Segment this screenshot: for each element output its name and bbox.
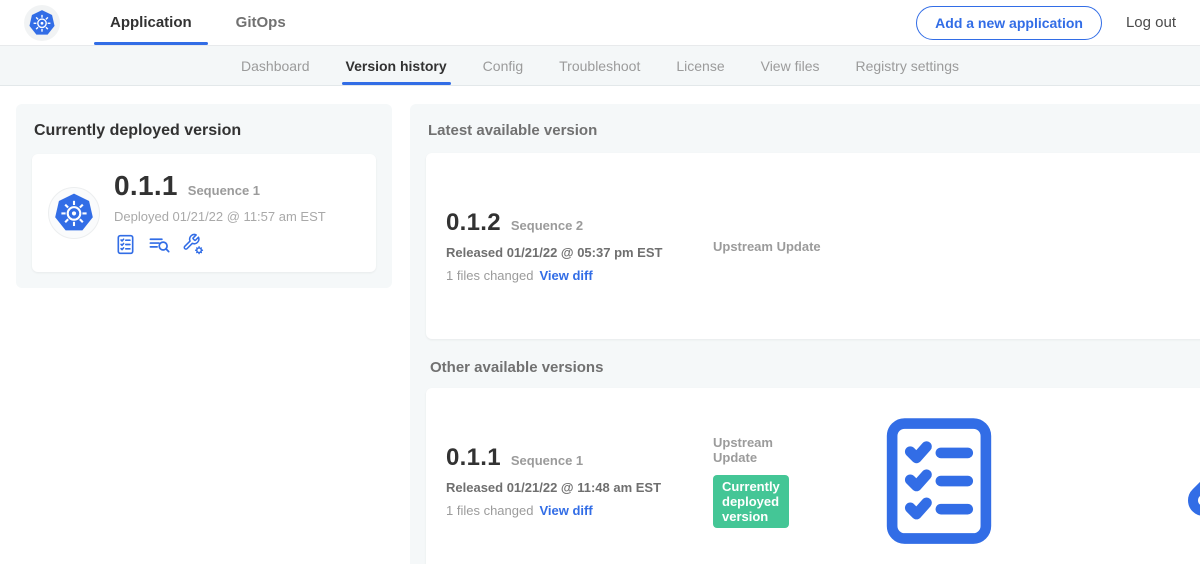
version-row-0-1-1: 0.1.1 Sequence 1 Released 01/21/22 @ 11:…	[426, 388, 1200, 564]
sequence-label: Sequence 1	[511, 453, 583, 468]
preflight-checks-icon[interactable]	[789, 406, 1089, 556]
deployed-version-card: 0.1.1 Sequence 1 Deployed 01/21/22 @ 11:…	[32, 154, 376, 272]
app-subnav: Dashboard Version history Config Trouble…	[0, 46, 1200, 86]
subnav-tab-view-files[interactable]: View files	[743, 46, 838, 85]
subnav-tab-config[interactable]: Config	[465, 46, 541, 85]
deployed-actions	[114, 233, 326, 256]
version-history-panel: Latest available version Check for updat…	[410, 104, 1200, 564]
version-row-actions: Deploy	[1117, 171, 1200, 321]
app-header: Application GitOps Add a new application…	[0, 0, 1200, 46]
version-info: 0.1.1 Sequence 1 Released 01/21/22 @ 11:…	[446, 444, 701, 518]
logout-link[interactable]: Log out	[1126, 14, 1176, 31]
version-source: Upstream Update	[701, 239, 1117, 254]
edit-config-icon[interactable]	[182, 233, 205, 256]
files-changed-count: 1 files changed	[446, 268, 533, 283]
source-label: Upstream Update	[713, 435, 789, 465]
preflight-checks-icon[interactable]	[114, 233, 137, 256]
deployed-sequence-label: Sequence 1	[188, 183, 260, 198]
source-label: Upstream Update	[713, 239, 1117, 254]
edit-config-icon[interactable]	[1103, 406, 1200, 556]
app-icon	[48, 187, 100, 239]
other-versions-title: Other available versions	[430, 359, 1200, 376]
subnav-tab-version-history[interactable]: Version history	[328, 46, 465, 85]
preflight-checks-icon[interactable]	[1117, 171, 1200, 321]
released-timestamp: Released 01/21/22 @ 11:48 am EST	[446, 480, 701, 495]
currently-deployed-panel: Currently deployed version 0.1.1 Sequenc…	[16, 104, 392, 288]
files-changed-count: 1 files changed	[446, 503, 533, 518]
kubernetes-helm-icon	[28, 9, 56, 37]
version-row-actions: Redeploy	[789, 406, 1200, 556]
header-right: Add a new application Log out	[916, 6, 1176, 40]
version-number: 0.1.2	[446, 209, 501, 237]
version-info: 0.1.2 Sequence 2 Released 01/21/22 @ 05:…	[446, 209, 701, 283]
version-source: Upstream Update Currently deployed versi…	[701, 435, 789, 528]
released-timestamp: Released 01/21/22 @ 05:37 pm EST	[446, 245, 701, 260]
files-changed: 1 files changed View diff	[446, 503, 701, 518]
currently-deployed-badge: Currently deployed version	[713, 475, 789, 528]
sequence-label: Sequence 2	[511, 218, 583, 233]
deployed-version-number: 0.1.1	[114, 170, 178, 202]
version-number: 0.1.1	[446, 444, 501, 472]
kubernetes-logo	[24, 5, 60, 41]
deployed-version-info: 0.1.1 Sequence 1 Deployed 01/21/22 @ 11:…	[114, 170, 326, 256]
subnav-tab-registry-settings[interactable]: Registry settings	[838, 46, 977, 85]
subnav-tab-dashboard[interactable]: Dashboard	[223, 46, 328, 85]
view-diff-link[interactable]: View diff	[539, 503, 592, 518]
deployed-timestamp: Deployed 01/21/22 @ 11:57 am EST	[114, 209, 326, 224]
deployed-panel-title: Currently deployed version	[34, 122, 374, 140]
kubernetes-helm-icon	[53, 192, 95, 234]
main-content: Currently deployed version 0.1.1 Sequenc…	[0, 86, 1200, 564]
subnav-tab-troubleshoot[interactable]: Troubleshoot	[541, 46, 658, 85]
add-application-button[interactable]: Add a new application	[916, 6, 1102, 40]
tab-gitops[interactable]: GitOps	[214, 0, 308, 45]
latest-version-header: Latest available version Check for updat…	[428, 122, 1200, 139]
deploy-logs-icon[interactable]	[148, 233, 171, 256]
view-diff-link[interactable]: View diff	[539, 268, 592, 283]
latest-version-title: Latest available version	[428, 122, 597, 139]
version-row-0-1-2: 0.1.2 Sequence 2 Released 01/21/22 @ 05:…	[426, 153, 1200, 339]
files-changed: 1 files changed View diff	[446, 268, 701, 283]
subnav-tab-license[interactable]: License	[658, 46, 742, 85]
app-tabs: Application GitOps	[88, 0, 308, 45]
tab-application[interactable]: Application	[88, 0, 214, 45]
